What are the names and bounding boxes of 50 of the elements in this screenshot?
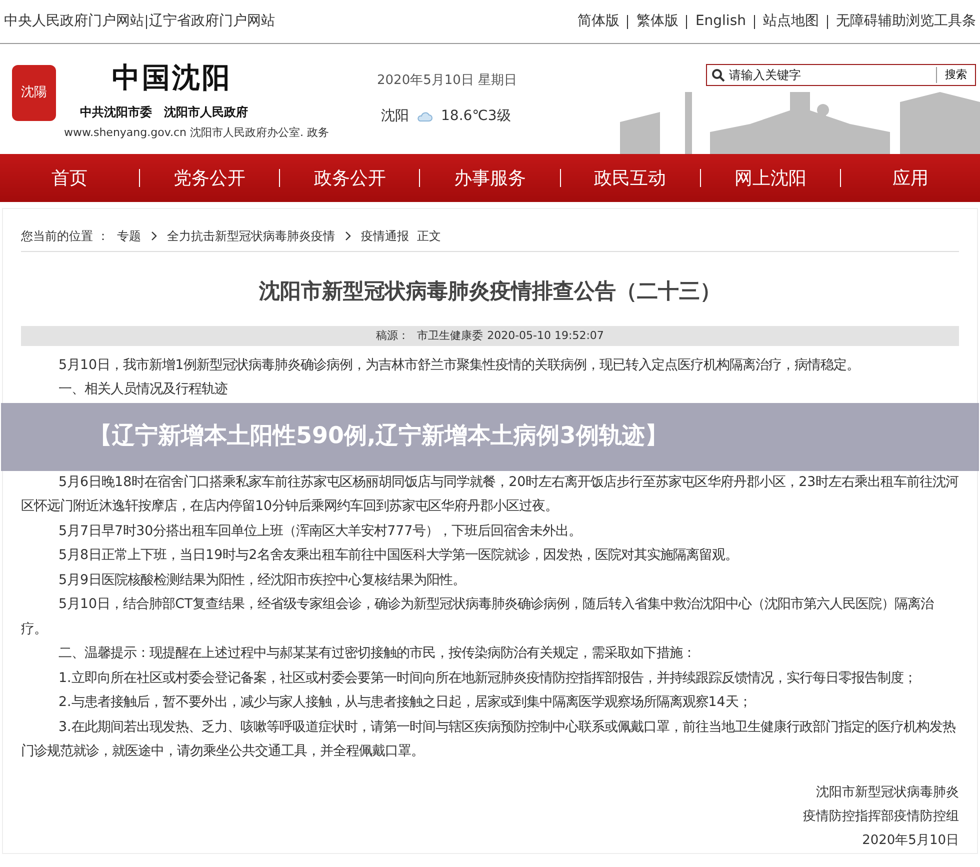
article-paragraph: 5月10日，我市新增1例新型冠状病毒肺炎确诊病例，为吉林市舒兰市聚集性疫情的关联病例，现已转入定点医疗机构隔离治疗，病情稳定。 — [58, 356, 861, 374]
article-paragraph: 5月9日医院核酸检测结果为阳性，经沈阳市疾控中心复核结果为阳性。 — [58, 572, 467, 590]
search-field[interactable]: 请输入关键字 搜索 — [706, 64, 976, 86]
article-paragraph: 2.与患者接触后，暂不要外出，减少与家人接触，从与患者接触之日起，居家或到集中隔离医学观察场所隔离观察14天； — [58, 694, 752, 712]
search-icon — [711, 68, 725, 82]
breadcrumb-item[interactable]: 专题 — [116, 227, 141, 245]
nav-link[interactable]: 应用 — [840, 164, 980, 192]
top-link[interactable]: 无障碍辅助浏览工具条 — [836, 11, 976, 32]
chevron-icon — [344, 231, 351, 241]
portal-link[interactable]: 辽宁省政府门户网站 — [149, 11, 275, 32]
nav-link[interactable]: 首页 — [0, 164, 140, 192]
breadcrumb-label: 您当前的位置 ： — [21, 228, 109, 245]
nav-link[interactable]: 政务公开 — [280, 164, 420, 192]
signature-line: 疫情防控指挥部疫情防控组 — [803, 808, 959, 824]
signature-line: 2020年5月10日 — [862, 832, 959, 848]
article-paragraph: 5月6日晚18时在宿舍门口搭乘私家车前往苏家屯区杨丽胡同饭店与同学就餐，20时左右离开饭店步行至苏家屯区华府丹郡小区，23时左右乘出租车前往沈河区怀远门附近沐逸轩按摩店，在店内停留10分钟后乘网约车回到苏家屯区华府丹郡小区过夜。 — [21, 474, 959, 516]
top-link[interactable]: English — [695, 11, 746, 32]
signature-line: 沈阳市新型冠状病毒肺炎 — [816, 784, 959, 800]
logo-seal: 沈陽 — [12, 64, 56, 121]
breadcrumb-item: 正文 — [416, 228, 441, 245]
article-paragraph: 二、温馨提示：现提醒在上述过程中与郝某某有过密切接触的市民，按传染病防治有关规定，需采取如下措施： — [58, 644, 697, 663]
source-name: 市卫生健康委 — [417, 328, 484, 342]
article-paragraph: 一、相关人员情况及行程轨迹 — [58, 380, 229, 399]
article-paragraph: 5月8日正常上下班，当日19时与2名舍友乘出租车前往中国医科大学第一医院就诊，因发热，医院对其实施隔离留观。 — [58, 546, 740, 565]
cloud-icon — [417, 110, 433, 123]
headline-banner: 【辽宁新增本土阳性590例,辽宁新增本土病例3例轨迹】 — [1, 402, 979, 470]
city-name: 沈阳 — [381, 107, 409, 126]
publish-time: 2020-05-10 19:52:07 — [487, 328, 604, 342]
article-paragraph: 1.立即向所在社区或村委会登记备案，社区或村委会要第一时间向所在地新冠肺炎疫情防控指挥部报告，并持续跟踪反馈情况，实行每日零报告制度； — [58, 670, 918, 688]
logo-title: 中国沈阳 — [111, 60, 233, 96]
article-paragraph: 3.在此期间若出现发热、乏力、咳嗽等呼吸道症状时，请第一时间与辖区疾病预防控制中心联系或佩戴口罩，前往当地卫生健康行政部门指定的医疗机构发热门诊规范就诊，就医途中，请勿乘坐公共交通工具，并全程佩戴口罩。 — [21, 718, 956, 761]
nav-link[interactable]: 办事服务 — [420, 164, 560, 192]
weather-text: 18.6℃3级 — [441, 107, 511, 126]
site-url: www.shenyang.gov.cn 沈阳市人民政府办公室. 政务 — [64, 124, 329, 141]
chevron-icon — [150, 231, 157, 241]
logo-subtitle: 中共沈阳市委 沈阳市人民政府 — [79, 104, 249, 121]
top-link[interactable]: 简体版 — [577, 11, 620, 32]
date-text: 2020年5月10日 星期日 — [377, 72, 518, 90]
breadcrumb-item[interactable]: 全力抗击新型冠状病毒肺炎疫情 — [166, 227, 335, 245]
top-link[interactable]: 站点地图 — [763, 11, 819, 32]
article-title: 沈阳市新型冠状病毒肺炎疫情排查公告（二十三） — [258, 278, 722, 305]
nav-link[interactable]: 党务公开 — [140, 164, 280, 192]
portal-link[interactable]: 中央人民政府门户网站 — [4, 11, 144, 32]
nav-link[interactable]: 政民互动 — [560, 164, 700, 192]
article-paragraph: 5月10日，结合肺部CT复查结果，经省级专家组会诊，确诊为新型冠状病毒肺炎确诊病例，随后转入省集中救治沈阳中心（沈阳市第六人民医院）隔离治疗。 — [21, 596, 935, 638]
breadcrumb-item[interactable]: 疫情通报 — [360, 227, 409, 245]
top-link[interactable]: 繁体版 — [636, 11, 678, 32]
source-label: 稿源： — [376, 328, 410, 342]
nav-link[interactable]: 网上沈阳 — [700, 164, 840, 192]
article-paragraph: 5月7日早7时30分搭出租车回单位上班（浑南区大羊安村777号），下班后回宿舍未外出。 — [58, 522, 583, 540]
